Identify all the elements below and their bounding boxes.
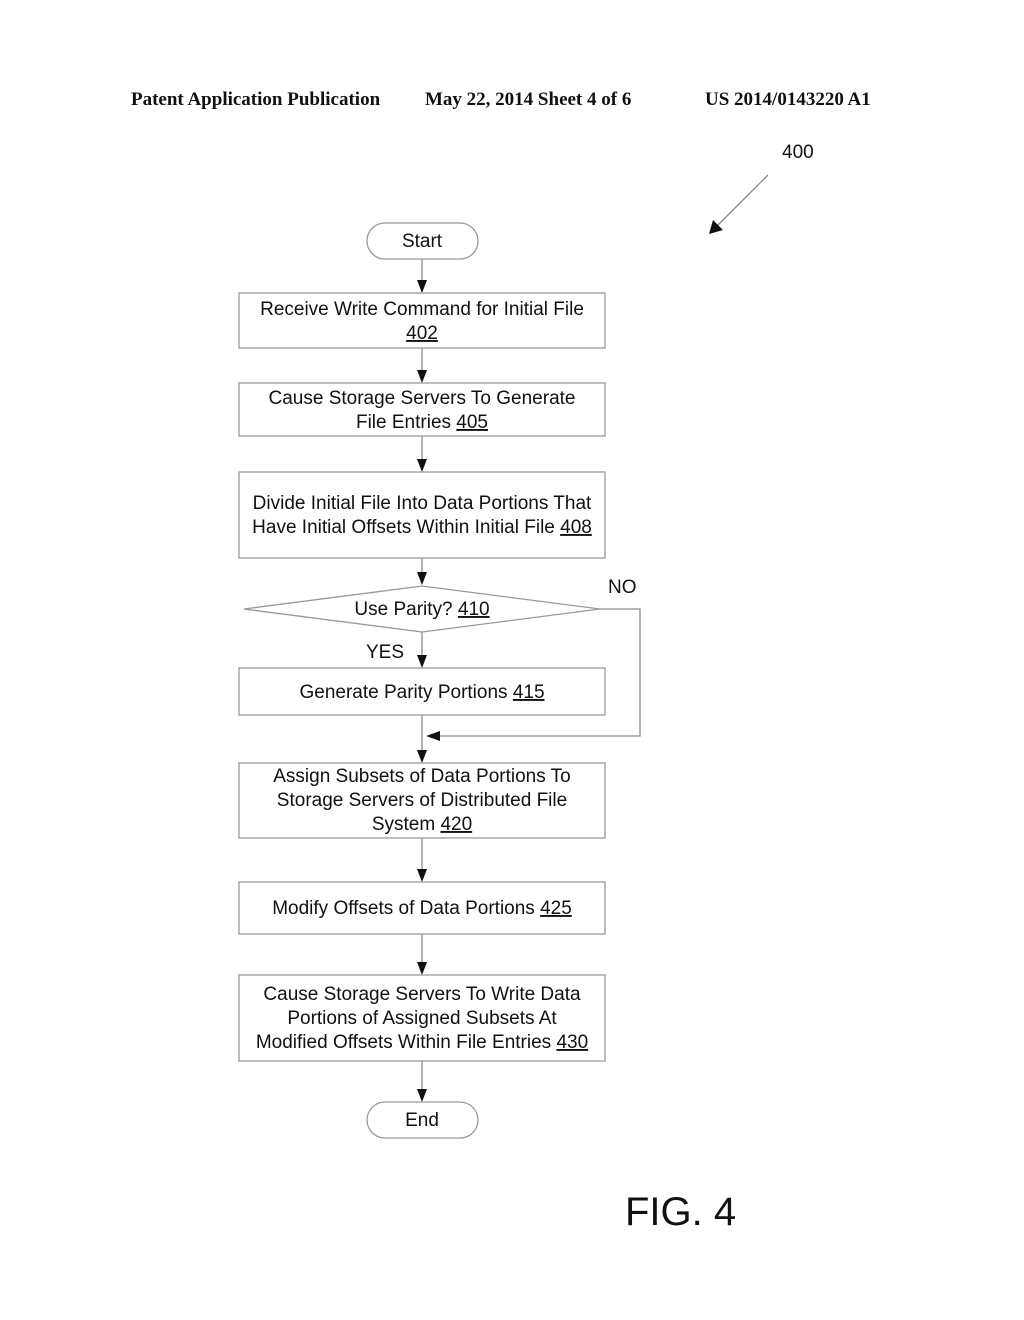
step-408: Divide Initial File Into Data Portions T…: [238, 471, 606, 559]
step-420: Assign Subsets of Data Portions To Stora…: [238, 762, 606, 839]
svg-text:File Entries 405: File Entries 405: [356, 412, 488, 433]
step-425: Modify Offsets of Data Portions 425: [238, 881, 606, 935]
svg-text:Storage Servers of Distributed: Storage Servers of Distributed File: [277, 790, 567, 811]
end-label: End: [405, 1110, 439, 1131]
figure-label: FIG. 4: [625, 1190, 736, 1234]
svg-text:Cause Storage Servers To Write: Cause Storage Servers To Write Data: [263, 984, 581, 1005]
flowchart-diagram: 400 Start Receive Write Command for Init…: [238, 142, 814, 1234]
svg-text:Receive Write Command for Init: Receive Write Command for Initial File: [260, 299, 584, 320]
svg-text:Portions of Assigned Subsets A: Portions of Assigned Subsets At: [287, 1008, 557, 1029]
svg-text:System 420: System 420: [372, 814, 472, 835]
step-415: Generate Parity Portions 415: [238, 667, 606, 716]
ref-arrow-line: [715, 174, 769, 228]
svg-text:Have Initial Offsets Within In: Have Initial Offsets Within Initial File…: [252, 517, 592, 538]
no-label: NO: [608, 577, 637, 598]
svg-text:Modified Offsets Within File E: Modified Offsets Within File Entries 430: [256, 1032, 588, 1053]
svg-text:Generate Parity Portions 415: Generate Parity Portions 415: [299, 682, 544, 703]
svg-text:Divide Initial File Into Data: Divide Initial File Into Data Portions T…: [253, 493, 592, 514]
yes-label: YES: [366, 642, 404, 663]
decision-410: Use Parity? 410 YES NO: [243, 577, 637, 663]
svg-text:Modify Offsets of Data Portion: Modify Offsets of Data Portions 425: [272, 898, 572, 919]
svg-text:Cause Storage Servers To Gener: Cause Storage Servers To Generate: [269, 388, 576, 409]
svg-text:402: 402: [406, 323, 438, 344]
svg-text:Use Parity? 410: Use Parity? 410: [354, 599, 489, 620]
start-label: Start: [402, 231, 443, 252]
figure-ref-number: 400: [782, 142, 814, 163]
step-430: Cause Storage Servers To Write Data Port…: [238, 974, 606, 1062]
step-405: Cause Storage Servers To Generate File E…: [238, 382, 606, 437]
svg-text:Assign Subsets of Data Portion: Assign Subsets of Data Portions To: [273, 766, 570, 787]
step-402: Receive Write Command for Initial File 4…: [238, 292, 606, 349]
